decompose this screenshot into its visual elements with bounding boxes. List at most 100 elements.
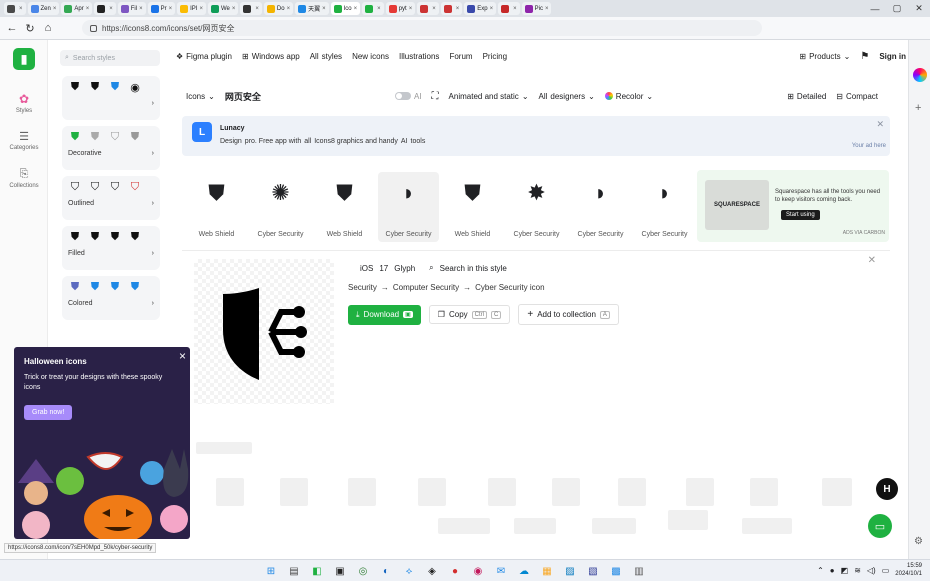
carbon-ad[interactable]: SQUARESPACE Squarespace has all the tool… <box>697 170 889 242</box>
all-styles-link[interactable]: All styles <box>310 52 342 61</box>
tab-close-icon[interactable]: × <box>513 6 517 12</box>
shield-icon[interactable]: ⛊ <box>88 280 102 294</box>
taskbar-app-icon[interactable]: ▨ <box>561 562 579 580</box>
browser-tab[interactable]: × <box>440 2 463 15</box>
browser-tab[interactable]: Zen × <box>27 2 60 15</box>
tab-close-icon[interactable]: × <box>19 6 23 12</box>
shield-icon[interactable]: ⛊ <box>68 130 82 144</box>
back-button[interactable]: ← <box>3 19 21 37</box>
tab-close-icon[interactable]: × <box>139 6 143 12</box>
figma-plugin-link[interactable]: ❖ Figma plugin <box>176 52 232 61</box>
taskbar-app-icon[interactable]: ☁ <box>515 562 533 580</box>
taskbar-app-icon[interactable]: ▩ <box>607 562 625 580</box>
sign-in-link[interactable]: Sign in <box>879 52 906 61</box>
style-card[interactable]: ⛉ ⛉ ⛉ ⛉ Outlined › <box>62 176 160 220</box>
windows-app-link[interactable]: ⊞ Windows app <box>242 52 300 61</box>
rail-styles[interactable]: ✿ Styles <box>4 92 44 114</box>
products-menu[interactable]: ⊞ Products ⌄ <box>799 52 850 61</box>
browser-tab[interactable]: Exp × <box>464 2 497 15</box>
detailed-view-button[interactable]: ⊞ Detailed <box>787 92 826 101</box>
taskbar-app-icon[interactable]: ◧ <box>308 562 326 580</box>
style-card[interactable]: ⛊ ⛊ ⛉ ⛊ Decorative › <box>62 126 160 170</box>
close-icon[interactable]: × <box>179 349 186 363</box>
tab-close-icon[interactable]: × <box>232 6 236 12</box>
lunacy-promo-banner[interactable]: L Lunacy Design pro. Free app with all I… <box>182 116 890 156</box>
designers-select[interactable]: All designers ⌄ <box>539 92 595 101</box>
copy-button[interactable]: ❐ Copy Ctrl C <box>428 305 511 324</box>
browser-tab[interactable]: × <box>240 2 262 15</box>
breadcrumb-computer-security[interactable]: Computer Security <box>393 283 459 292</box>
taskbar-app-icon[interactable]: ◐ <box>377 562 395 580</box>
language-flag-icon[interactable]: ⚑ <box>860 51 869 62</box>
tray-app-icon-2[interactable]: ◩ <box>841 566 849 575</box>
icons8-logo[interactable]: ▮ <box>4 48 44 70</box>
browser-tab[interactable]: IPI × <box>177 2 206 15</box>
chevron-right-icon[interactable]: › <box>152 150 154 157</box>
close-detail-icon[interactable]: ✕ <box>868 255 876 266</box>
browser-tab[interactable]: × <box>362 2 384 15</box>
forum-link[interactable]: Forum <box>449 52 472 61</box>
icon-tile[interactable]: ⛊ Web Shield <box>186 172 247 242</box>
shield-icon[interactable]: ⛉ <box>68 180 82 194</box>
chat-support-button[interactable]: ▭ <box>868 514 892 538</box>
breadcrumb-security[interactable]: Security <box>348 283 377 292</box>
taskbar-app-icon[interactable]: ▧ <box>584 562 602 580</box>
shield-icon[interactable]: ⛊ <box>108 230 122 244</box>
tab-close-icon[interactable]: × <box>409 6 413 12</box>
rail-categories[interactable]: ☰ Categories <box>4 130 44 151</box>
wifi-icon[interactable]: ≋ <box>854 566 861 575</box>
grab-now-button[interactable]: Grab now! <box>24 405 73 420</box>
taskbar-app-icon[interactable]: ◈ <box>423 562 441 580</box>
browser-tab[interactable]: × <box>498 2 520 15</box>
icon-tile[interactable]: ◗ Cyber Security <box>570 172 631 242</box>
search-in-style-link[interactable]: Search in this style <box>440 264 507 273</box>
search-styles-input[interactable]: ⌕ Search styles <box>60 50 160 66</box>
shield-icon[interactable]: ⛉ <box>88 180 102 194</box>
tab-close-icon[interactable]: × <box>287 6 291 12</box>
chevron-right-icon[interactable]: › <box>152 200 154 207</box>
taskbar-app-icon[interactable]: ◎ <box>354 562 372 580</box>
close-window-button[interactable]: ✕ <box>908 0 930 17</box>
taskbar-app-icon[interactable]: ▣ <box>331 562 349 580</box>
your-ad-here-link[interactable]: Your ad here <box>852 143 886 149</box>
ads-via-carbon[interactable]: ADS VIA CARBON <box>843 230 885 236</box>
tab-close-icon[interactable]: × <box>456 6 460 12</box>
icon-tile[interactable]: ⛊ Web Shield <box>442 172 503 242</box>
battery-icon[interactable]: ▭ <box>882 566 890 575</box>
shield-icon[interactable]: ⛉ <box>108 130 122 144</box>
tab-close-icon[interactable]: × <box>432 6 436 12</box>
tab-close-icon[interactable]: × <box>199 6 203 12</box>
browser-tab[interactable]: Pr × <box>147 2 176 15</box>
shield-icon[interactable]: ⛊ <box>128 230 142 244</box>
tab-close-icon[interactable]: × <box>53 6 57 12</box>
h-badge-icon[interactable]: H <box>876 478 898 500</box>
taskbar-app-icon[interactable]: ◉ <box>469 562 487 580</box>
download-button[interactable]: ⤓ Download ▣ <box>348 304 421 325</box>
maximize-button[interactable]: ▢ <box>886 0 908 17</box>
volume-icon[interactable]: ◁) <box>867 566 876 575</box>
shield-icon[interactable]: ⛊ <box>88 80 102 94</box>
browser-tab[interactable]: Fil × <box>117 2 146 15</box>
tab-close-icon[interactable]: × <box>490 6 494 12</box>
ios-style-link[interactable]: iOS <box>360 264 373 273</box>
browser-tab[interactable]: Ico × <box>330 2 361 15</box>
tab-close-icon[interactable]: × <box>322 6 326 12</box>
taskbar-app-icon[interactable]: ⟡ <box>400 562 418 580</box>
tab-close-icon[interactable]: × <box>109 6 113 12</box>
chevron-right-icon[interactable]: › <box>152 100 154 107</box>
animated-static-select[interactable]: Animated and static ⌄ <box>449 92 529 101</box>
compact-view-button[interactable]: ⊟ Compact <box>836 92 878 101</box>
home-button[interactable]: ⌂ <box>39 19 57 37</box>
tab-close-icon[interactable]: × <box>354 6 358 12</box>
taskbar-app-icon[interactable]: ▦ <box>538 562 556 580</box>
browser-tab[interactable]: pyt × <box>385 2 416 15</box>
tab-close-icon[interactable]: × <box>377 6 381 12</box>
tab-close-icon[interactable]: × <box>86 6 90 12</box>
tab-close-icon[interactable]: × <box>169 6 173 12</box>
shield-icon[interactable]: ⛊ <box>88 230 102 244</box>
icon-tile[interactable]: ✺ Cyber Security <box>250 172 311 242</box>
taskbar-app-icon[interactable]: ▥ <box>630 562 648 580</box>
address-bar[interactable]: https://icons8.com/icons/set/网页安全 <box>82 20 762 36</box>
clock[interactable]: 15:59 2024/10/1 <box>895 562 922 578</box>
browser-tab[interactable]: Do × <box>263 2 294 15</box>
